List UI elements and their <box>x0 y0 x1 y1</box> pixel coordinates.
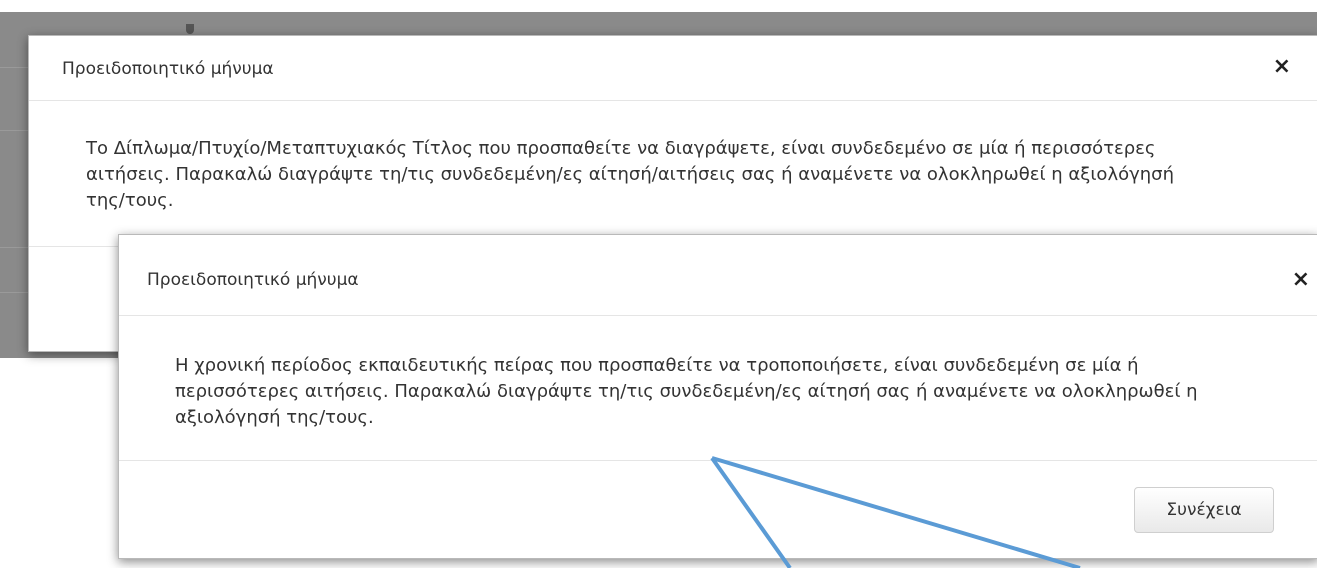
arrow-line-right <box>711 456 1081 568</box>
arrow-annotation <box>710 456 1081 568</box>
arrow-line-left <box>710 456 792 568</box>
